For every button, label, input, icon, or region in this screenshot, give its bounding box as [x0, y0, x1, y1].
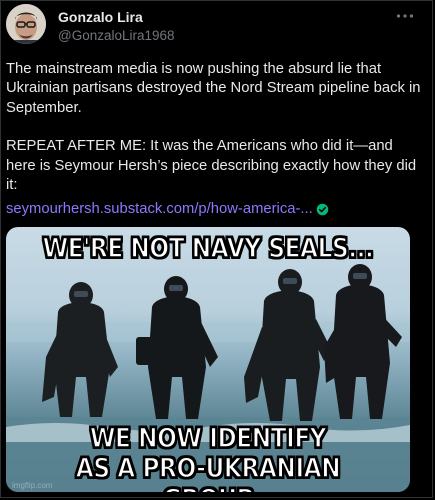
meme-watermark: imgflip.com: [12, 481, 53, 490]
avatar-portrait-image: [6, 4, 46, 44]
article-link-text[interactable]: seymourhersh.substack.com/p/how-america-…: [6, 200, 313, 219]
avatar[interactable]: [6, 4, 46, 44]
tweet-paragraph: REPEAT AFTER ME: It was the Americans wh…: [6, 138, 417, 194]
meme-bottom-caption: AS A PRO-UKRANIAN GROUP: [75, 452, 341, 492]
meme-top-caption: WE'RE NOT NAVY SEALS...: [42, 232, 375, 265]
more-options-button[interactable]: [393, 6, 417, 22]
meme-bottom-caption: WE NOW IDENTIFY: [89, 422, 327, 455]
article-link[interactable]: seymourhersh.substack.com/p/how-america-…: [6, 200, 329, 219]
author-display-name[interactable]: Gonzalo Lira: [58, 9, 175, 26]
more-horizontal-icon: [396, 14, 414, 18]
tweet-paragraph: The mainstream media is now pushing the …: [6, 61, 421, 116]
tweet-body: The mainstream media is now pushing the …: [6, 60, 426, 214]
author-handle[interactable]: @GonzaloLira1968: [58, 27, 175, 44]
verified-check-icon: [316, 203, 328, 216]
tweet-media-image[interactable]: WE'RE NOT NAVY SEALS... WE NOW IDENTIFY …: [6, 227, 410, 492]
tweet-header: Gonzalo Lira @GonzaloLira1968: [58, 9, 175, 44]
